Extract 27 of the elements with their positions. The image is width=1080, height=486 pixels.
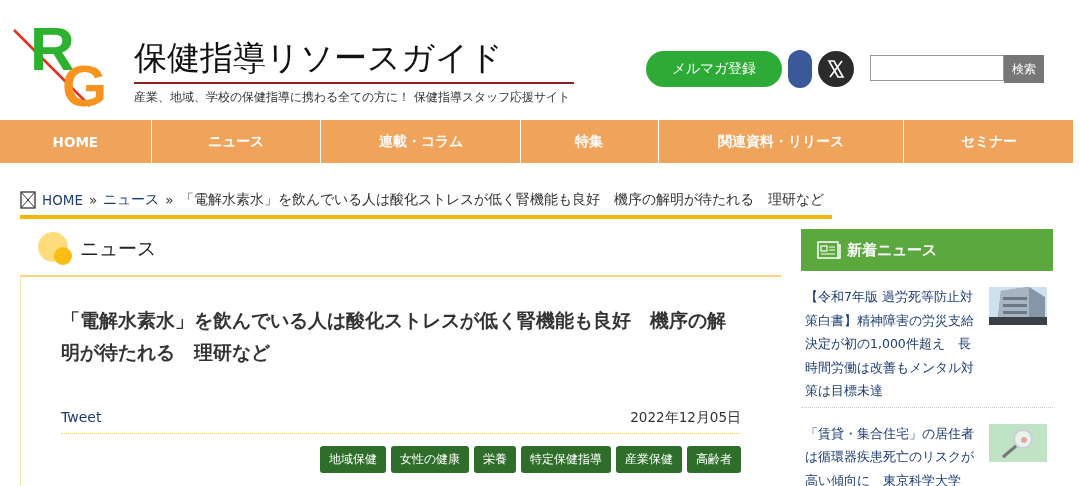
news-link[interactable]: 「賃貸・集合住宅」の居住者は循環器疾患死亡のリスクが高い傾向に 東京科学大学 (805, 421, 977, 486)
breadcrumb-current: 「電解水素水」を飲んでいる人は酸化ストレスが低く腎機能も良好 機序の解明が待たれる 理研など (179, 191, 824, 209)
circles-icon (38, 232, 74, 266)
article-title: 「電解水素水」を飲んでいる人は酸化ストレスが低く腎機能も良好 機序の解明が待たれる 理研など (61, 309, 726, 365)
breadcrumb-separator: » (165, 192, 174, 208)
search-button[interactable]: 検索 (1004, 55, 1044, 83)
tag[interactable]: 地域保健 (320, 446, 386, 473)
search-field[interactable] (870, 55, 1004, 81)
breadcrumb-link[interactable]: ニュース (103, 191, 160, 209)
site-title[interactable]: 保健指導リソースガイド (134, 38, 574, 84)
breadcrumb-separator: » (88, 192, 98, 208)
sidebar-title: 新着ニュース (847, 240, 937, 260)
image-placeholder-icon (20, 191, 36, 209)
breadcrumb-link[interactable]: HOME (42, 192, 83, 208)
tag[interactable]: 女性の健康 (391, 446, 469, 473)
tag[interactable]: 産業保健 (616, 446, 682, 473)
section-title: ニュース (80, 236, 156, 261)
social-icon[interactable] (788, 50, 812, 88)
x-logo-icon[interactable] (818, 51, 854, 87)
tag[interactable]: 特定保健指導 (521, 446, 611, 473)
tweet-link[interactable]: Tweet (61, 409, 102, 427)
news-link[interactable]: 【令和7年版 過労死等防止対策白書】精神障害の労災支給決定が初の1,000件超え 長時間労働は改善もメンタル対策は目標未達 (805, 285, 977, 403)
newspaper-icon (817, 240, 841, 260)
tagline: 産業、地域、学校の保健指導に携わる全ての方に！ 保健指導スタッフ応援サイト (134, 90, 571, 105)
article-date: 2022年12月05日 (630, 409, 741, 427)
tag[interactable]: 高齢者 (687, 446, 741, 473)
tag[interactable]: 栄養 (474, 446, 516, 473)
